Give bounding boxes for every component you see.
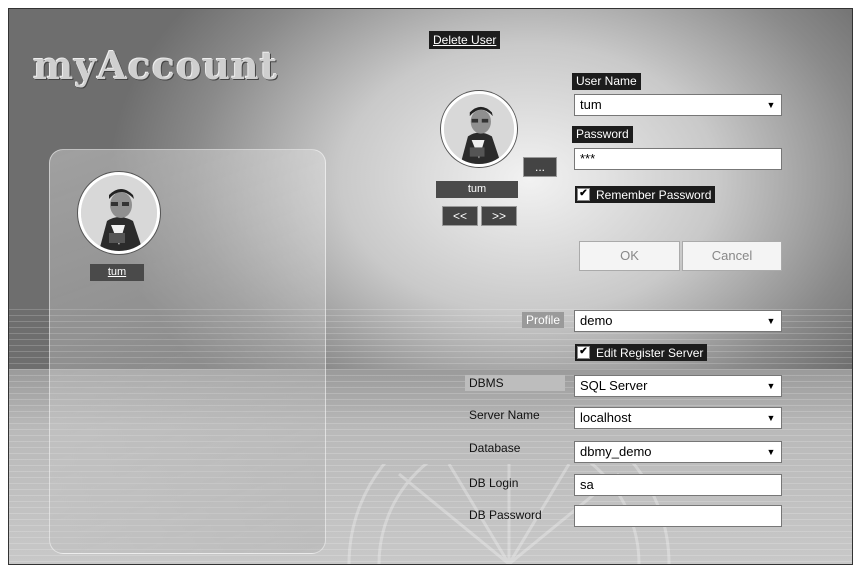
account-window: myAccount tum Delete User ... tum << >> … xyxy=(8,8,853,565)
edit-register-server-label: Edit Register Server xyxy=(596,345,704,360)
user-name-dropdown[interactable]: tum ▼ xyxy=(574,94,782,116)
user-name-value: tum xyxy=(580,97,602,112)
edit-register-server-checkbox[interactable]: ✔ Edit Register Server xyxy=(575,344,708,361)
next-user-button[interactable]: >> xyxy=(481,206,517,226)
chevron-down-icon[interactable]: ▼ xyxy=(763,410,779,426)
delete-user-link[interactable]: Delete User xyxy=(429,31,501,49)
password-field[interactable]: *** xyxy=(574,148,782,170)
server-name-value: localhost xyxy=(580,410,632,425)
user-photo-icon xyxy=(444,94,514,164)
db-login-label: DB Login xyxy=(469,476,519,490)
db-password-label: DB Password xyxy=(469,508,542,522)
dbms-label: DBMS xyxy=(465,375,565,391)
chevron-down-icon[interactable]: ▼ xyxy=(763,444,779,460)
database-value: dbmy_demo xyxy=(580,444,652,459)
database-label: Database xyxy=(469,441,521,455)
db-login-field[interactable]: sa xyxy=(574,474,782,496)
cancel-button[interactable]: Cancel xyxy=(682,241,782,271)
profile-dropdown[interactable]: demo ▼ xyxy=(574,310,782,332)
selected-user-name-tag: tum xyxy=(436,181,518,198)
dbms-value: SQL Server xyxy=(580,378,648,393)
chevron-down-icon[interactable]: ▼ xyxy=(763,378,779,394)
profile-value: demo xyxy=(580,313,613,328)
ok-button[interactable]: OK xyxy=(579,241,680,271)
check-icon: ✔ xyxy=(577,346,590,359)
selected-user-avatar[interactable] xyxy=(441,91,517,167)
user-list-panel: tum xyxy=(49,149,326,554)
check-icon: ✔ xyxy=(577,188,590,201)
server-name-dropdown[interactable]: localhost ▼ xyxy=(574,407,782,429)
db-password-field[interactable] xyxy=(574,505,782,527)
user-avatar[interactable] xyxy=(78,172,160,254)
remember-password-checkbox[interactable]: ✔ Remember Password xyxy=(575,186,716,203)
server-name-label: Server Name xyxy=(469,408,540,422)
database-dropdown[interactable]: dbmy_demo ▼ xyxy=(574,441,782,463)
user-name-tag[interactable]: tum xyxy=(90,264,144,281)
app-title: myAccount xyxy=(33,43,279,88)
password-label: Password xyxy=(572,126,633,143)
dbms-dropdown[interactable]: SQL Server ▼ xyxy=(574,375,782,397)
chevron-down-icon[interactable]: ▼ xyxy=(763,313,779,329)
remember-password-label: Remember Password xyxy=(596,187,712,202)
previous-user-button[interactable]: << xyxy=(442,206,478,226)
chevron-down-icon[interactable]: ▼ xyxy=(763,97,779,113)
profile-label: Profile xyxy=(522,312,565,328)
user-name-label: User Name xyxy=(572,73,641,90)
browse-photo-button[interactable]: ... xyxy=(523,157,557,177)
user-photo-icon xyxy=(81,175,157,251)
